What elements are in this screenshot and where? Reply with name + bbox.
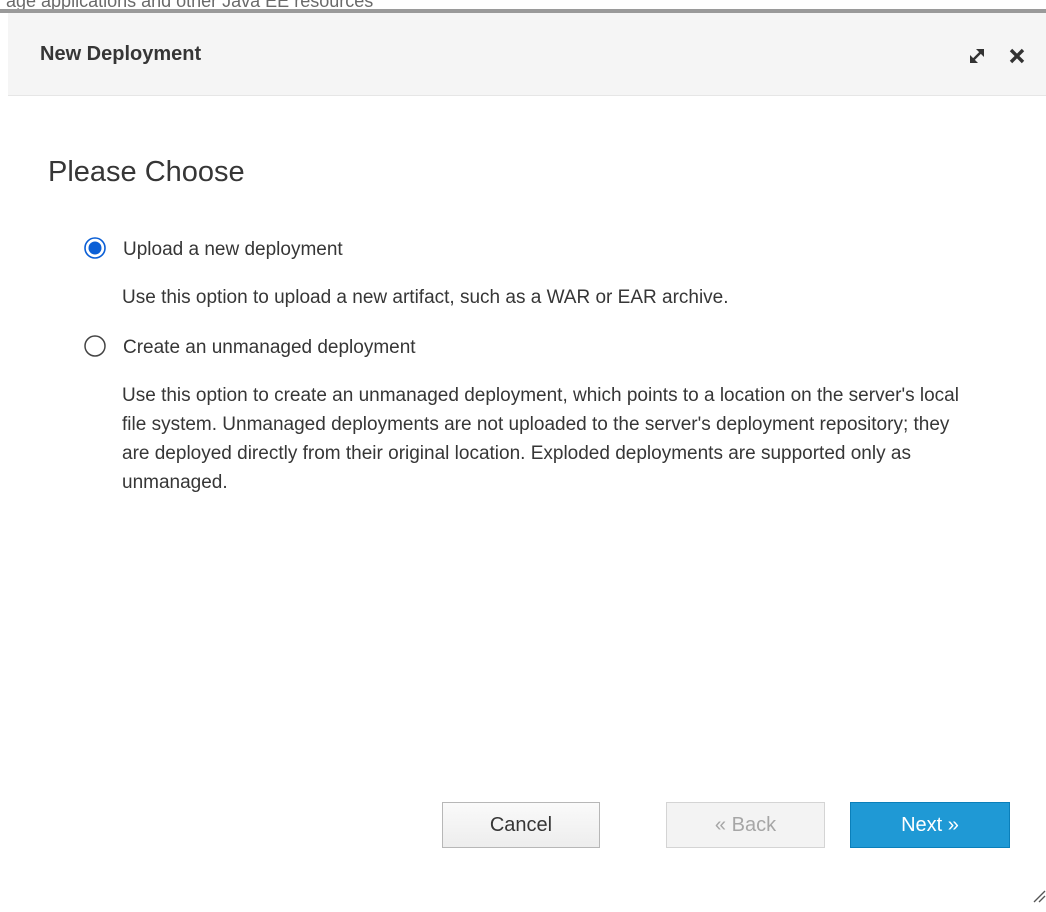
radio-unmanaged[interactable]: [84, 335, 106, 357]
next-button[interactable]: Next »: [850, 802, 1010, 848]
radio-upload-selected[interactable]: [84, 237, 106, 259]
option-unmanaged-label[interactable]: Create an unmanaged deployment: [123, 337, 416, 359]
dialog-title: New Deployment: [40, 43, 202, 65]
option-upload-label[interactable]: Upload a new deployment: [123, 239, 343, 261]
background-page: age applications and other Java EE resou…: [0, 0, 1046, 13]
option-unmanaged-description: Use this option to create an unmanaged d…: [122, 385, 959, 493]
new-deployment-dialog: New Deployment Please Choose Upload a ne…: [8, 13, 1046, 912]
dialog-header[interactable]: New Deployment: [8, 13, 1046, 96]
maximize-icon[interactable]: [966, 45, 988, 67]
cancel-button[interactable]: Cancel: [442, 802, 600, 848]
resize-grip-icon[interactable]: [1030, 887, 1046, 903]
back-button[interactable]: « Back: [666, 802, 825, 848]
option-upload-description: Use this option to upload a new artifact…: [122, 287, 729, 308]
choose-heading: Please Choose: [48, 156, 245, 188]
close-icon[interactable]: [1006, 45, 1028, 67]
